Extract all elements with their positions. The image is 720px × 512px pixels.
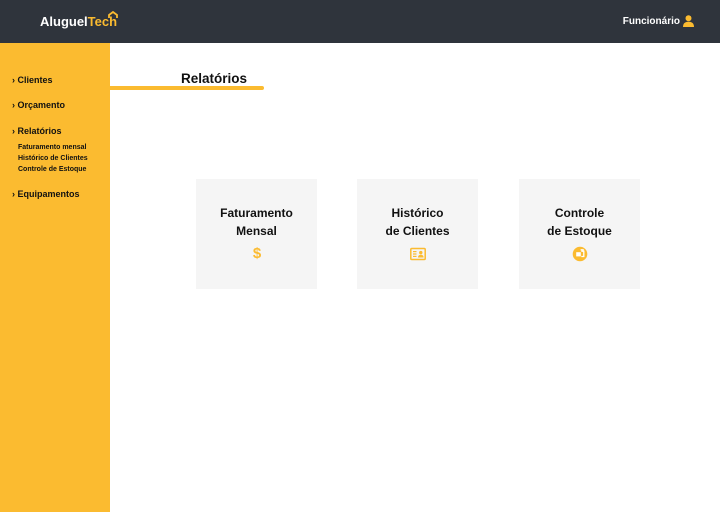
card-title-line2: Mensal bbox=[236, 224, 277, 238]
logo-text-main: Aluguel bbox=[40, 14, 88, 29]
sidebar-subitem-historico-clientes[interactable]: Histórico de Clientes bbox=[18, 154, 88, 164]
card-title: Controle de Estoque bbox=[519, 204, 640, 240]
user-label: Funcionário bbox=[622, 16, 680, 27]
sidebar-item-equipamentos[interactable]: › Equipamentos bbox=[12, 188, 80, 200]
sidebar-subitem-faturamento-mensal[interactable]: Faturamento mensal bbox=[18, 143, 86, 153]
user-icon[interactable] bbox=[683, 15, 694, 27]
card-historico-clientes[interactable]: Histórico de Clientes bbox=[357, 179, 478, 289]
card-title: Histórico de Clientes bbox=[357, 204, 478, 240]
stock-control-icon bbox=[572, 246, 588, 262]
card-title-line1: Faturamento bbox=[220, 206, 293, 220]
card-controle-estoque[interactable]: Controle de Estoque bbox=[519, 179, 640, 289]
contact-card-icon bbox=[410, 247, 426, 261]
logo-house-icon bbox=[108, 11, 118, 18]
sidebar-subitem-controle-estoque[interactable]: Controle de Estoque bbox=[18, 165, 86, 175]
dollar-icon: $ bbox=[252, 245, 262, 262]
top-bar: AluguelTech Funcionário bbox=[0, 0, 720, 43]
user-menu[interactable]: Funcionário bbox=[623, 15, 680, 29]
sidebar-item-orcamento[interactable]: › Orçamento bbox=[12, 99, 65, 111]
title-underline bbox=[110, 86, 264, 90]
card-title-line1: Controle bbox=[554, 206, 605, 220]
card-title-line1: Histórico bbox=[391, 206, 444, 220]
card-title-line2: de Clientes bbox=[385, 224, 450, 238]
app-logo[interactable]: AluguelTech bbox=[40, 14, 117, 30]
sidebar-item-clientes[interactable]: › Clientes bbox=[12, 74, 53, 86]
sidebar-item-relatorios[interactable]: › Relatórios bbox=[12, 125, 62, 137]
sidebar bbox=[0, 43, 110, 512]
card-title-line2: de Estoque bbox=[547, 224, 612, 238]
card-title: Faturamento Mensal bbox=[196, 204, 317, 240]
card-faturamento-mensal[interactable]: Faturamento Mensal $ bbox=[196, 179, 317, 289]
